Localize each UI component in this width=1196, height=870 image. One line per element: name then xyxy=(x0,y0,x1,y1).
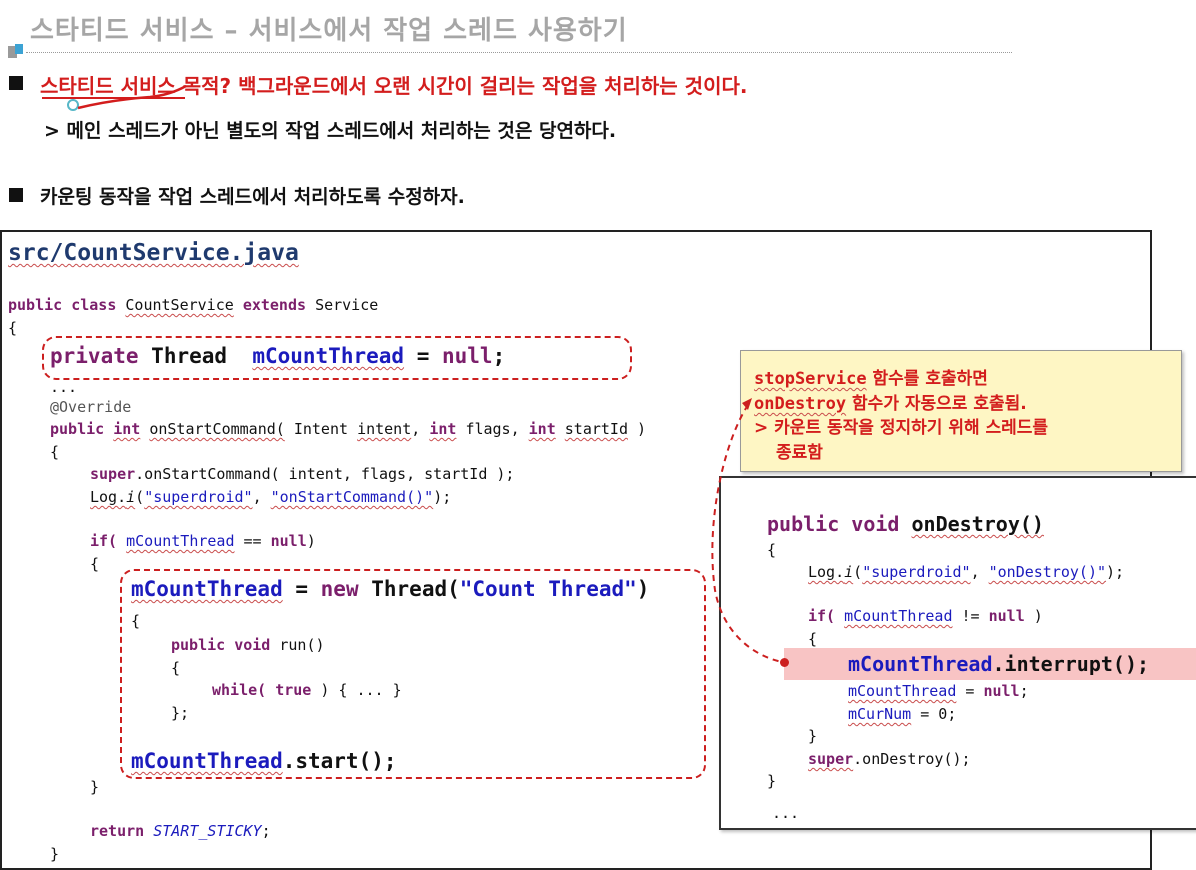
code-line-brace: { xyxy=(90,555,100,573)
note-line-1: stopService 함수를 호출하면 xyxy=(754,369,988,389)
slide-title: 스타티드 서비스 – 서비스에서 작업 스레드 사용하기 xyxy=(30,16,628,46)
bullet-square-icon xyxy=(9,188,23,202)
code-line-interrupt: mCountThread.interrupt(); xyxy=(848,652,1150,676)
note-line-3: > 카운트 동작을 정지하기 위해 스레드를 xyxy=(754,418,1049,438)
note-line-2: onDestroy 함수가 자동으로 호출됨. xyxy=(754,394,1027,414)
bullet-1-subtext: > 메인 스레드가 아닌 별도의 작업 스레드에서 처리하는 것은 당연하다. xyxy=(44,120,617,142)
code-line-brace: } xyxy=(808,727,818,745)
code-line-ellipsis: ... xyxy=(50,378,78,396)
code-line-if-null: if( mCountThread == null) xyxy=(90,532,316,550)
code-line-if-notnull: if( mCountThread != null ) xyxy=(808,607,1043,625)
code-line-set-null: mCountThread = null; xyxy=(848,682,1029,700)
code-line-brace: } xyxy=(767,772,777,790)
code-line-brace: { xyxy=(171,659,181,677)
pointer-cursor-icon xyxy=(67,99,79,111)
code-line-thread-start: mCountThread.start(); xyxy=(131,749,397,773)
code-line-log-onstart: Log.i("superdroid", "onStartCommand()"); xyxy=(90,488,452,506)
bullet-2-text: 카운팅 동작을 작업 스레드에서 처리하도록 수정하자. xyxy=(40,186,465,208)
code-line-brace: } xyxy=(50,845,60,863)
code-line-field-decl: private Thread mCountThread = null; xyxy=(50,344,506,368)
title-marker-blue xyxy=(15,44,23,54)
code-line-close-anon: }; xyxy=(171,704,190,722)
title-divider xyxy=(26,52,1012,53)
code-line-super-onstart: super.onStartCommand( intent, flags, sta… xyxy=(90,465,515,483)
code-filename: src/CountService.java xyxy=(8,240,299,266)
code-line-brace: } xyxy=(90,778,100,796)
code-line-side-ellipsis: ... xyxy=(772,804,800,822)
code-line-brace: { xyxy=(50,443,60,461)
code-line-brace: { xyxy=(131,612,141,630)
code-line-super-ondestroy: super.onDestroy(); xyxy=(808,750,971,768)
code-line-new-thread: mCountThread = new Thread("Count Thread"… xyxy=(131,577,650,601)
code-line-class-decl: public class CountService extends Servic… xyxy=(8,296,379,314)
code-line-ondestroy-sig: public void onDestroy() xyxy=(767,512,1044,536)
code-line-onstart-sig: public int onStartCommand( Intent intent… xyxy=(50,420,647,438)
bullet-1-text: 스타티드 서비스 목적? 백그라운드에서 오랜 시간이 걸리는 작업을 처리하는… xyxy=(40,74,748,98)
code-line-open-brace: { xyxy=(8,319,18,337)
code-line-return: return START_STICKY; xyxy=(90,822,271,840)
code-line-brace: { xyxy=(808,630,818,648)
code-line-log-ondestroy: Log.i("superdroid", "onDestroy()"); xyxy=(808,563,1125,581)
code-line-override: @Override xyxy=(50,398,132,416)
code-line-brace: { xyxy=(767,541,777,559)
connector-dot xyxy=(780,658,789,667)
bullet-square-icon xyxy=(9,76,23,90)
code-line-run-sig: public void run() xyxy=(171,636,325,654)
note-line-4: 종료함 xyxy=(776,443,823,463)
code-line-while: while( true ) { ... } xyxy=(212,681,402,699)
code-line-curnum: mCurNum = 0; xyxy=(848,705,957,723)
